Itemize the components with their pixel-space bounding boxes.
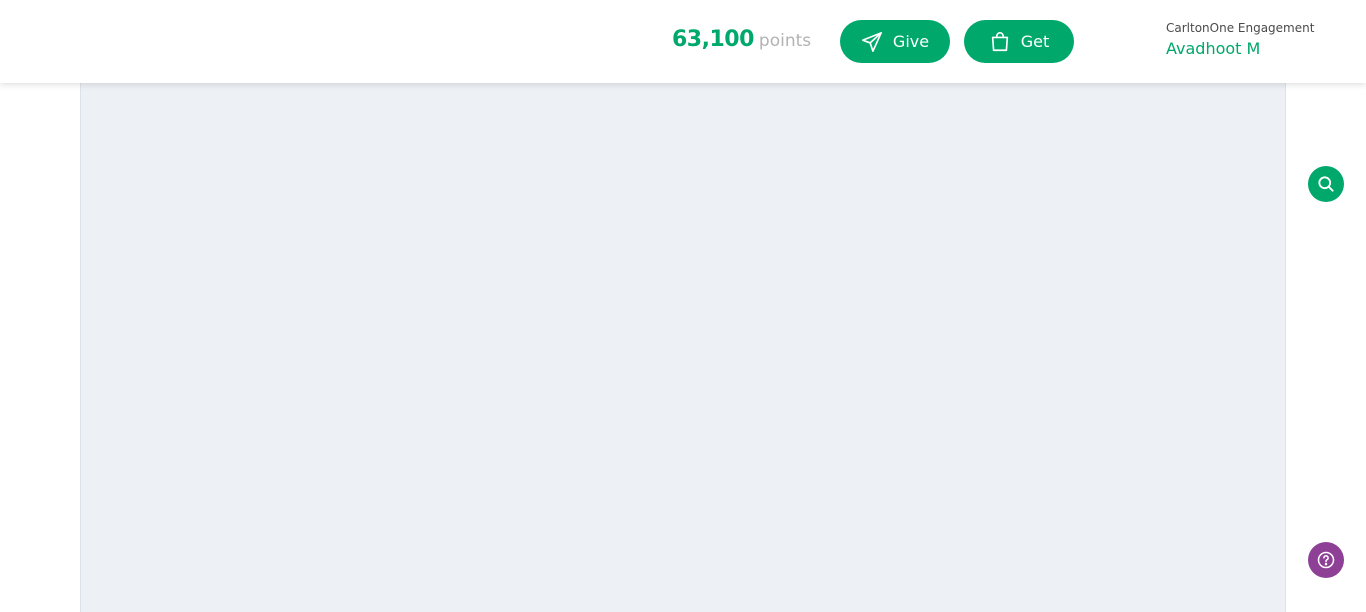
points-unit-label: points: [758, 31, 812, 51]
paper-plane-icon: [861, 31, 883, 53]
shopping-bag-icon: [989, 31, 1011, 53]
get-button[interactable]: Get: [964, 20, 1074, 63]
search-button[interactable]: [1308, 166, 1344, 202]
user-info[interactable]: CarltonOne Engagement Avadhoot M: [1166, 21, 1314, 58]
help-button[interactable]: [1308, 542, 1344, 578]
points-balance: 63,100 points: [672, 27, 811, 52]
give-button-label: Give: [892, 32, 930, 51]
organization-name: CarltonOne Engagement: [1166, 21, 1315, 35]
content-panel: [80, 83, 1286, 612]
get-button-label: Get: [1020, 32, 1050, 51]
top-header: 63,100 points Give Get CarltonOne Engage…: [0, 0, 1366, 83]
give-button[interactable]: Give: [840, 20, 950, 63]
user-name: Avadhoot M: [1166, 39, 1261, 58]
help-icon: [1316, 550, 1336, 570]
search-icon: [1316, 174, 1336, 194]
points-value: 63,100: [672, 27, 754, 52]
